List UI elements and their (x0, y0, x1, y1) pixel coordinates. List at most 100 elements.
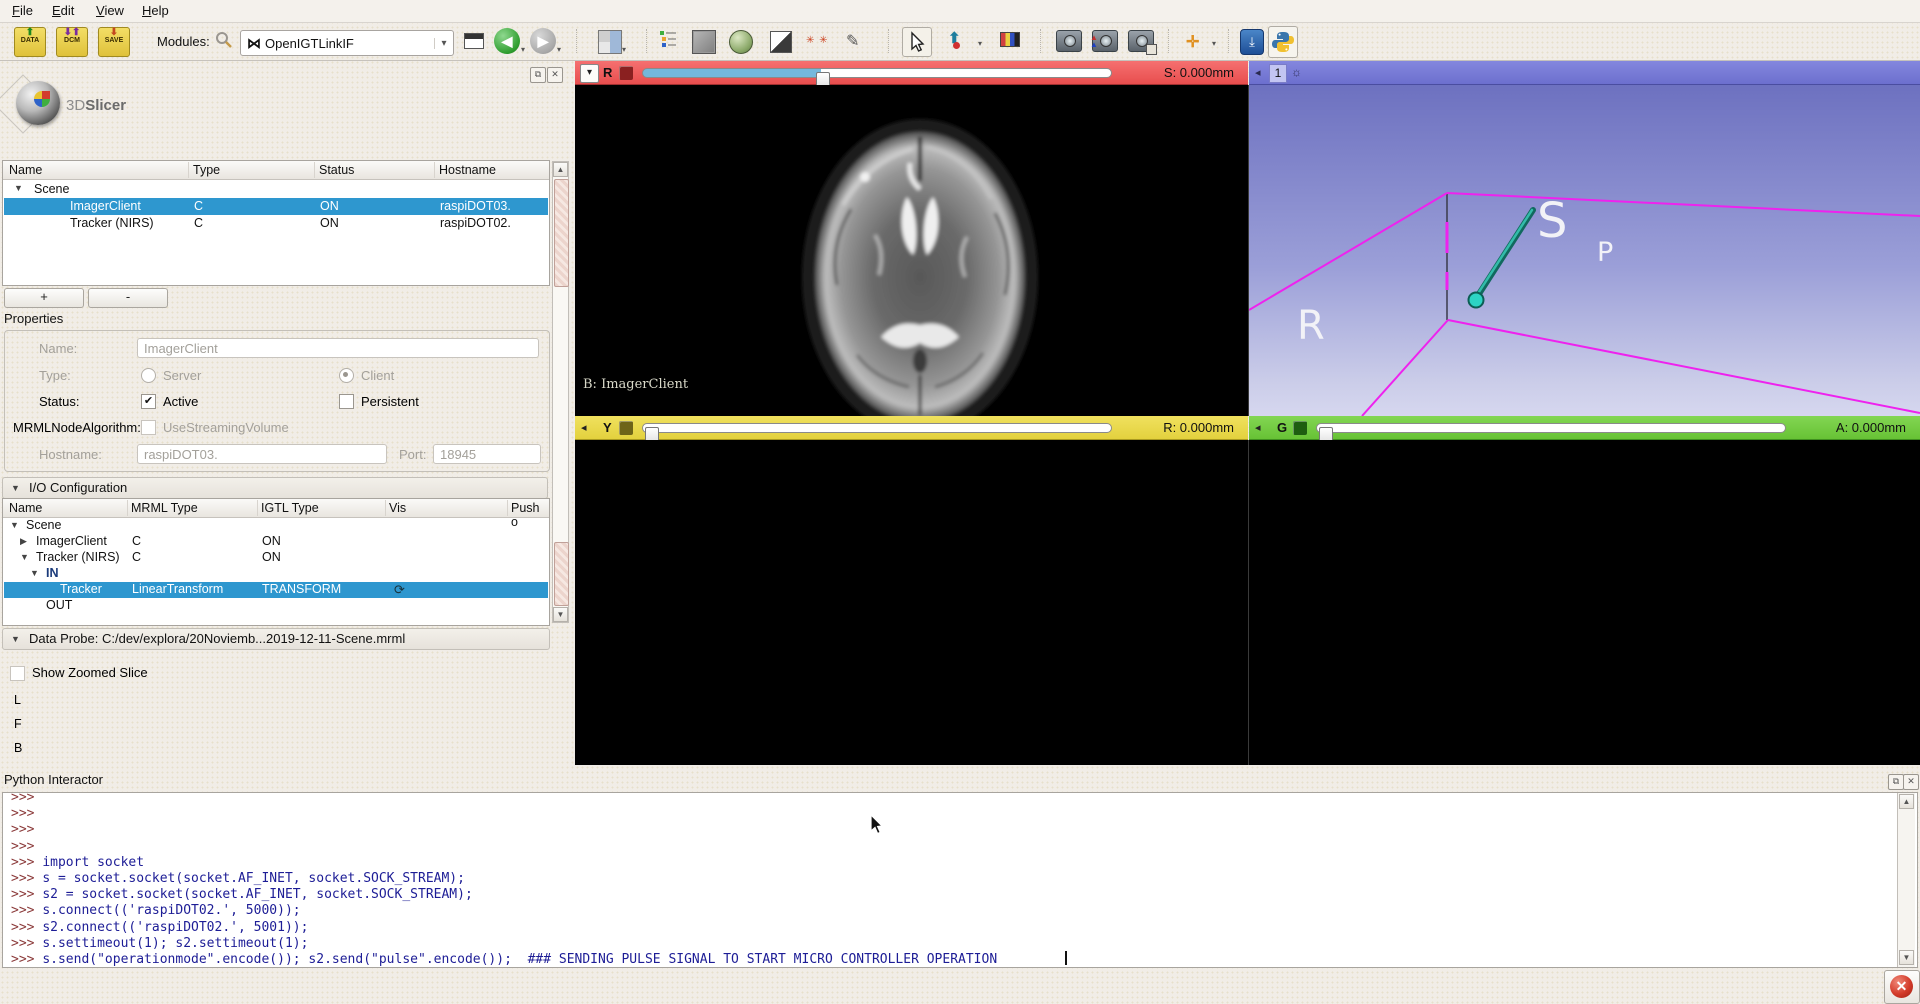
table-row-selected[interactable]: Tracker LinearTransform TRANSFORM ⟳ (4, 582, 548, 598)
scroll-down-icon[interactable]: ▼ (1899, 950, 1914, 965)
layout-dropdown-icon[interactable]: ▾ (622, 45, 626, 54)
history-back-button[interactable]: ◀ (494, 28, 520, 54)
table-row[interactable]: OUT (4, 598, 548, 614)
table-row[interactable]: Tracker (NIRS) C ON raspiDOT02. (4, 215, 548, 232)
yellow-slice-slider[interactable] (642, 423, 1112, 433)
scroll-down-icon[interactable]: ▼ (553, 607, 568, 622)
col-vis[interactable]: Vis (389, 501, 406, 515)
col-hostname[interactable]: Hostname (439, 163, 496, 177)
col-status[interactable]: Status (319, 163, 354, 177)
slice-menu-icon[interactable] (619, 421, 633, 435)
panel-scrollbar[interactable]: ▲ ▼ (552, 161, 569, 623)
collapse-left-icon[interactable]: ◂ (1255, 421, 1261, 434)
volume-rendering-icon[interactable] (729, 30, 753, 54)
port-field[interactable]: 18945 (433, 444, 541, 464)
remove-connector-button[interactable]: - (88, 288, 168, 308)
col-name[interactable]: Name (9, 501, 42, 515)
python-console[interactable]: >>> >>> >>> >>> >>> import socket >>> s … (2, 792, 1918, 968)
tree-expand-icon[interactable]: ▼ (20, 552, 29, 562)
collapse-left-icon[interactable]: ◂ (581, 421, 587, 434)
fiducial-stars-icon[interactable]: ✳ ✳ (806, 35, 829, 46)
transform-tool-icon[interactable]: ⬆ (948, 29, 961, 47)
module-search-icon[interactable] (214, 30, 234, 55)
console-close-icon[interactable]: ✕ (1903, 774, 1919, 790)
dicom-button[interactable]: ⬇⬆DCM (56, 27, 88, 57)
forward-dropdown-icon[interactable]: ▾ (557, 45, 561, 54)
add-connector-button[interactable]: + (4, 288, 84, 308)
panel-undock-icon[interactable]: ⧉ (530, 67, 546, 83)
scroll-up-icon[interactable]: ▲ (553, 162, 568, 177)
menu-help[interactable]: Help (142, 3, 169, 18)
table-row[interactable]: ▼ Scene (4, 181, 548, 198)
pointer-tool-button[interactable] (902, 27, 932, 57)
tree-expand-icon[interactable]: ▼ (14, 183, 23, 193)
table-row-selected[interactable]: ImagerClient C ON raspiDOT03. (4, 198, 548, 215)
slice-menu-icon[interactable] (619, 66, 633, 80)
crosshair-icon[interactable]: ✛ (1186, 32, 1199, 52)
layout-selector-button[interactable] (598, 30, 622, 54)
module-list-icon[interactable] (656, 29, 680, 53)
red-slice-slider[interactable] (642, 68, 1112, 78)
module-history-icon[interactable] (464, 33, 484, 49)
use-streaming-checkbox[interactable] (141, 420, 156, 435)
modules-combobox[interactable]: ⋈ OpenIGTLinkIF ▾ (240, 30, 454, 56)
io-configuration-header[interactable]: ▼ I/O Configuration (2, 477, 548, 499)
col-igtl-type[interactable]: IGTL Type (261, 501, 319, 515)
scrollbar-thumb[interactable] (554, 542, 569, 606)
annotations-pen-icon[interactable]: ✎ (846, 31, 859, 51)
toolbar-separator (1228, 29, 1232, 53)
scene-view-capture-icon[interactable]: ▲▲ (1092, 30, 1118, 52)
io-table: Name MRML Type IGTL Type Vis Push o ▼ Sc… (2, 498, 550, 626)
history-forward-button[interactable]: ▶ (530, 28, 556, 54)
data-probe-header[interactable]: ▼ Data Probe: C:/dev/explora/20Noviemb..… (2, 628, 550, 650)
table-row[interactable]: ▼ IN (4, 566, 548, 582)
notification-close-button[interactable]: ✕ (1884, 970, 1920, 1004)
back-dropdown-icon[interactable]: ▾ (521, 45, 525, 54)
load-data-button[interactable]: ⬆DATA (14, 27, 46, 57)
console-scrollbar[interactable]: ▲ ▼ (1897, 793, 1915, 967)
tree-expand-icon[interactable]: ▼ (10, 520, 19, 530)
window-level-icon[interactable] (770, 31, 792, 53)
scrollbar-thumb[interactable] (554, 179, 569, 287)
green-slice-view[interactable] (1249, 440, 1920, 765)
table-row[interactable]: ▶ ImagerClient C ON (4, 534, 548, 550)
yellow-slice-view[interactable] (575, 440, 1249, 765)
slice-pin-button[interactable]: ▾ (580, 64, 599, 83)
client-radio[interactable] (339, 368, 354, 383)
red-slice-view[interactable]: B: ImagerClient (575, 85, 1249, 416)
threed-view[interactable]: R S P (1249, 85, 1920, 416)
hostname-field[interactable]: raspiDOT03. (137, 444, 387, 464)
extensions-manager-icon[interactable]: ⤓ (1240, 29, 1264, 55)
show-zoomed-slice-checkbox[interactable] (10, 666, 25, 681)
col-name[interactable]: Name (9, 163, 42, 177)
scroll-up-icon[interactable]: ▲ (1899, 794, 1914, 809)
menu-edit[interactable]: Edit (52, 3, 74, 18)
col-mrml-type[interactable]: MRML Type (131, 501, 198, 515)
console-undock-icon[interactable]: ⧉ (1888, 774, 1904, 790)
green-slice-slider[interactable] (1316, 423, 1786, 433)
active-checkbox[interactable]: ✔ (141, 394, 156, 409)
tree-expand-icon[interactable]: ▶ (20, 536, 27, 547)
tree-expand-icon[interactable]: ▼ (30, 568, 39, 578)
panel-close-icon[interactable]: ✕ (547, 67, 563, 83)
persistent-checkbox[interactable] (339, 394, 354, 409)
table-row[interactable]: ▼ Tracker (NIRS) C ON (4, 550, 548, 566)
screen-capture-icon[interactable] (1056, 30, 1082, 52)
slice-menu-icon[interactable] (1293, 421, 1307, 435)
table-row[interactable]: ▼ Scene (4, 518, 548, 534)
collapse-left-icon[interactable]: ◂ (1255, 66, 1261, 79)
transform-dropdown-icon[interactable]: ▾ (978, 39, 982, 48)
scene-view-restore-icon[interactable] (1128, 30, 1154, 52)
server-radio[interactable] (141, 368, 156, 383)
sync-icon[interactable]: ⟳ (394, 582, 405, 598)
menu-file[interactable]: File (12, 3, 33, 18)
save-button[interactable]: ⬇SAVE (98, 27, 130, 57)
place-point-flag-icon[interactable] (1000, 32, 1020, 47)
menu-view[interactable]: View (96, 3, 124, 18)
python-interactor-button[interactable] (1268, 26, 1298, 58)
pin-sun-icon[interactable]: ☼ (1291, 65, 1302, 79)
volumes-module-icon[interactable] (692, 30, 716, 54)
col-type[interactable]: Type (193, 163, 220, 177)
crosshair-dropdown-icon[interactable]: ▾ (1212, 39, 1216, 48)
connector-name-field[interactable]: ImagerClient (137, 338, 539, 358)
